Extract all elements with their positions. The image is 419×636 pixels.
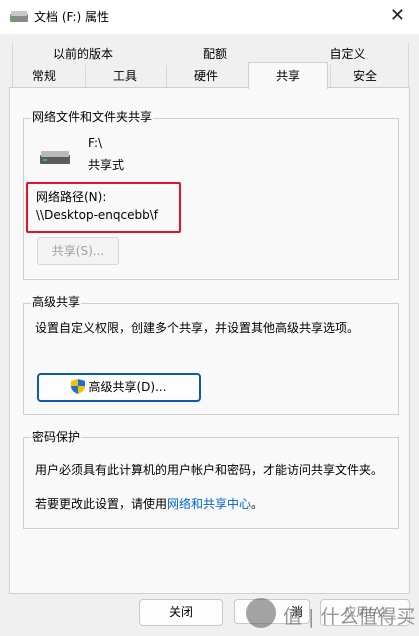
tab-sharing[interactable]: 共享	[248, 62, 328, 89]
drive-icon	[40, 151, 70, 164]
change-setting-text: 若要更改此设置，请使用网络和共享中心。	[35, 495, 263, 512]
window-title: 文档 (F:) 属性	[34, 10, 110, 24]
tab-security[interactable]: 安全	[330, 66, 400, 86]
network-sharing-title: 网络文件和文件夹共享	[31, 108, 154, 125]
tab-tools[interactable]: 工具	[86, 66, 164, 86]
watermark-text: 值 | 什么值得买	[283, 606, 416, 628]
tab-customize[interactable]: 自定义	[290, 44, 405, 64]
advanced-sharing-description: 设置自定义权限，创建多个共享，并设置其他高级共享选项。	[35, 321, 360, 335]
close-button[interactable]: 关闭	[139, 599, 223, 626]
shield-icon	[71, 379, 86, 394]
advanced-sharing-button-label: 高级共享(D)...	[88, 380, 167, 394]
password-protection-group	[23, 437, 399, 529]
password-protection-title: 密码保护	[31, 428, 82, 445]
share-status: 共享式	[88, 158, 125, 172]
change-setting-prefix: 若要更改此设置，请使用	[35, 497, 168, 511]
title-bar: 文档 (F:) 属性 ✕	[0, 0, 419, 34]
tab-previous-versions[interactable]: 以前的版本	[24, 44, 142, 64]
network-path-label: 网络路径(N):	[36, 190, 107, 204]
tab-divider	[85, 65, 86, 88]
advanced-sharing-button[interactable]: 高级共享(D)...	[37, 373, 201, 402]
tab-divider	[166, 65, 167, 88]
network-path-value: \\Desktop-enqcebb\f	[36, 208, 158, 222]
drive-letter: F:\	[88, 136, 103, 150]
drive-icon	[10, 11, 28, 22]
change-setting-suffix: 。	[251, 497, 264, 511]
share-button[interactable]: 共享(S)...	[37, 237, 119, 265]
tab-divider	[330, 65, 331, 88]
tab-divider	[12, 43, 13, 87]
tab-divider	[408, 43, 409, 87]
close-icon[interactable]: ✕	[390, 5, 405, 26]
password-protection-description: 用户必须具有此计算机的用户帐户和密码，才能访问共享文件夹。	[35, 463, 384, 477]
watermark-logo-icon	[246, 598, 276, 628]
tab-hardware[interactable]: 硬件	[168, 66, 244, 86]
tab-general[interactable]: 常规	[12, 66, 76, 86]
tab-quota[interactable]: 配额	[150, 44, 280, 64]
network-sharing-center-link[interactable]: 网络和共享中心	[167, 497, 251, 511]
advanced-sharing-title: 高级共享	[31, 293, 82, 310]
